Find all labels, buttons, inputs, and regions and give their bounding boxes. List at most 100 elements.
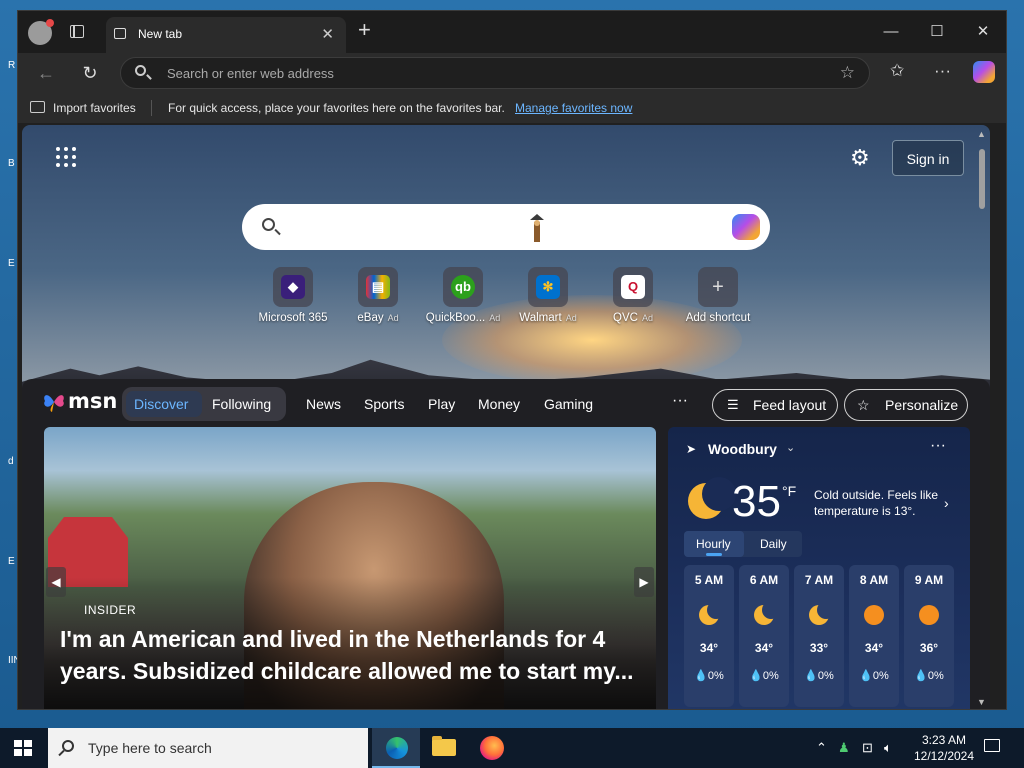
shortcut-microsoft-365[interactable]: ◆ Microsoft 365	[248, 267, 338, 324]
article-headline[interactable]: I'm an American and lived in the Netherl…	[60, 623, 640, 687]
clock-time: 3:23 AM	[921, 733, 967, 747]
tab-discover[interactable]: Discover	[134, 396, 188, 412]
tab-new-tab[interactable]: New tab ✕	[106, 17, 346, 53]
close-window-button[interactable]: ✕	[960, 17, 1006, 47]
forecast-time: 7 AM	[804, 573, 834, 587]
desktop-icon-label[interactable]: E	[8, 258, 15, 269]
shortcut-label: QuickBoo...	[425, 312, 486, 324]
plus-icon: +	[712, 276, 724, 298]
nav-play[interactable]: Play	[428, 396, 455, 412]
msn-logo[interactable]: msn	[42, 389, 117, 415]
nav-sports[interactable]: Sports	[364, 396, 404, 412]
forecast-temp: 33°	[809, 641, 829, 655]
personalize-button[interactable]: ☆ Personalize	[844, 389, 968, 421]
hourly-forecast-item[interactable]: 9 AM 36° 💧0%	[904, 565, 954, 707]
scroll-thumb[interactable]	[979, 149, 985, 209]
copilot-search-icon[interactable]	[732, 214, 760, 240]
windows-start-icon[interactable]	[14, 740, 32, 756]
minimize-button[interactable]: —	[868, 17, 914, 47]
new-tab-button[interactable]: +	[358, 19, 371, 41]
copilot-icon[interactable]	[973, 61, 995, 83]
weather-more-icon[interactable]: ···	[930, 437, 946, 455]
import-favorites-button[interactable]: Import favorites	[53, 101, 136, 115]
volume-icon[interactable]: 🔈︎	[884, 740, 892, 756]
chevron-right-icon[interactable]: ›	[944, 495, 949, 511]
ebay-icon: ▤	[366, 275, 390, 299]
carousel-next-icon[interactable]: ▶	[634, 567, 654, 597]
forecast-precip: 💧0%	[749, 670, 779, 682]
desktop-icon-label[interactable]: B	[8, 158, 15, 169]
profile-avatar[interactable]	[28, 19, 54, 45]
page-scrollbar[interactable]: ▲ ▼	[976, 127, 988, 709]
hourly-forecast-item[interactable]: 6 AM 34° 💧0%	[739, 565, 789, 707]
taskbar-edge[interactable]	[372, 728, 420, 768]
chevron-down-icon[interactable]: ⌄	[786, 441, 795, 454]
hourly-forecast-item[interactable]: 7 AM 33° 💧0%	[794, 565, 844, 707]
scroll-down-icon[interactable]: ▼	[977, 697, 986, 707]
tab-actions-icon[interactable]	[70, 25, 84, 38]
temperature-unit[interactable]: °F	[782, 483, 796, 499]
web-search-box[interactable]	[242, 204, 770, 250]
firefox-icon	[480, 736, 504, 760]
toolbar: ← ↻ Search or enter web address ☆ ✩ ···	[18, 53, 1006, 93]
user-status-icon[interactable]: ♟	[838, 740, 850, 756]
forecast-temp: 34°	[699, 641, 719, 655]
taskbar-firefox[interactable]	[468, 728, 516, 768]
tab-hourly[interactable]: Hourly	[696, 537, 731, 551]
add-favorite-star-icon[interactable]: ☆	[840, 63, 855, 83]
sign-in-button[interactable]: Sign in	[892, 140, 964, 176]
hero-article-card[interactable]: ◀ ▶ INSIDER I'm an American and lived in…	[44, 427, 656, 709]
feed-layout-button[interactable]: ☰ Feed layout	[712, 389, 838, 421]
ad-badge: Ad	[489, 313, 501, 323]
desktop-icon-label[interactable]: E	[8, 556, 15, 567]
refresh-icon[interactable]: ↻	[78, 61, 102, 85]
desktop-icon-label[interactable]: R	[8, 60, 15, 71]
nav-news[interactable]: News	[306, 396, 341, 412]
shortcut-qvc[interactable]: Q QVC Ad	[588, 267, 678, 324]
shortcut-label: QVC	[613, 312, 638, 324]
tab-following[interactable]: Following	[212, 396, 271, 412]
notification-icon[interactable]	[984, 739, 1000, 752]
hourly-forecast-item[interactable]: 8 AM 34° 💧0%	[849, 565, 899, 707]
add-shortcut-button[interactable]: + Add shortcut	[673, 267, 763, 324]
hourly-forecast-item[interactable]: 5 AM 34° 💧0%	[684, 565, 734, 707]
weather-card[interactable]: ➤ Woodbury ⌄ ··· 35 °F Cold outside. Fee…	[668, 427, 970, 709]
forecast-precip: 💧0%	[859, 670, 889, 682]
forecast-precip: 💧0%	[694, 670, 724, 682]
address-bar[interactable]: Search or enter web address ☆	[120, 57, 870, 89]
network-icon[interactable]: ⊡	[862, 740, 873, 756]
system-clock[interactable]: 3:23 AM 12/12/2024	[906, 732, 982, 764]
carousel-prev-icon[interactable]: ◀	[46, 567, 66, 597]
browser-window: New tab ✕ + — ☐ ✕ ← ↻ Search or enter we…	[17, 10, 1007, 710]
scroll-up-icon[interactable]: ▲	[977, 129, 986, 139]
taskbar-file-explorer[interactable]	[420, 728, 468, 768]
nav-money[interactable]: Money	[478, 396, 520, 412]
shortcut-walmart[interactable]: ✻ Walmart Ad	[503, 267, 593, 324]
show-hidden-icons-chevron-icon[interactable]: ⌃	[816, 740, 827, 756]
sliders-icon: ☰	[727, 397, 739, 412]
shortcut-ebay[interactable]: ▤ eBay Ad	[333, 267, 423, 324]
favorites-icon[interactable]: ✩	[890, 61, 904, 81]
tab-close-icon[interactable]: ✕	[321, 25, 334, 43]
desktop-icon-label[interactable]: d	[8, 456, 14, 467]
moon-icon	[809, 601, 835, 625]
shortcut-quickbooks[interactable]: qb QuickBoo... Ad	[418, 267, 508, 324]
app-launcher-icon[interactable]	[56, 147, 76, 167]
walmart-icon: ✻	[536, 275, 560, 299]
back-arrow-icon[interactable]: ←	[34, 61, 58, 85]
weather-location[interactable]: Woodbury	[708, 441, 777, 457]
settings-gear-icon[interactable]: ⚙	[850, 145, 870, 171]
taskbar-search-box[interactable]: Type here to search	[48, 728, 368, 768]
manage-favorites-link[interactable]: Manage favorites now	[515, 101, 632, 115]
qvc-icon: Q	[621, 275, 645, 299]
tab-daily[interactable]: Daily	[760, 537, 787, 551]
feed-layout-label: Feed layout	[753, 397, 827, 413]
more-nav-icon[interactable]: ···	[672, 392, 688, 410]
maximize-button[interactable]: ☐	[914, 17, 960, 47]
ad-badge: Ad	[641, 313, 653, 323]
msn-feed: msn Discover Following News Sports Play …	[22, 379, 990, 709]
nav-gaming[interactable]: Gaming	[544, 396, 593, 412]
weather-description: Cold outside. Feels like temperature is …	[814, 488, 939, 518]
personalize-label: Personalize	[885, 397, 959, 413]
more-menu-icon[interactable]: ···	[934, 61, 951, 81]
